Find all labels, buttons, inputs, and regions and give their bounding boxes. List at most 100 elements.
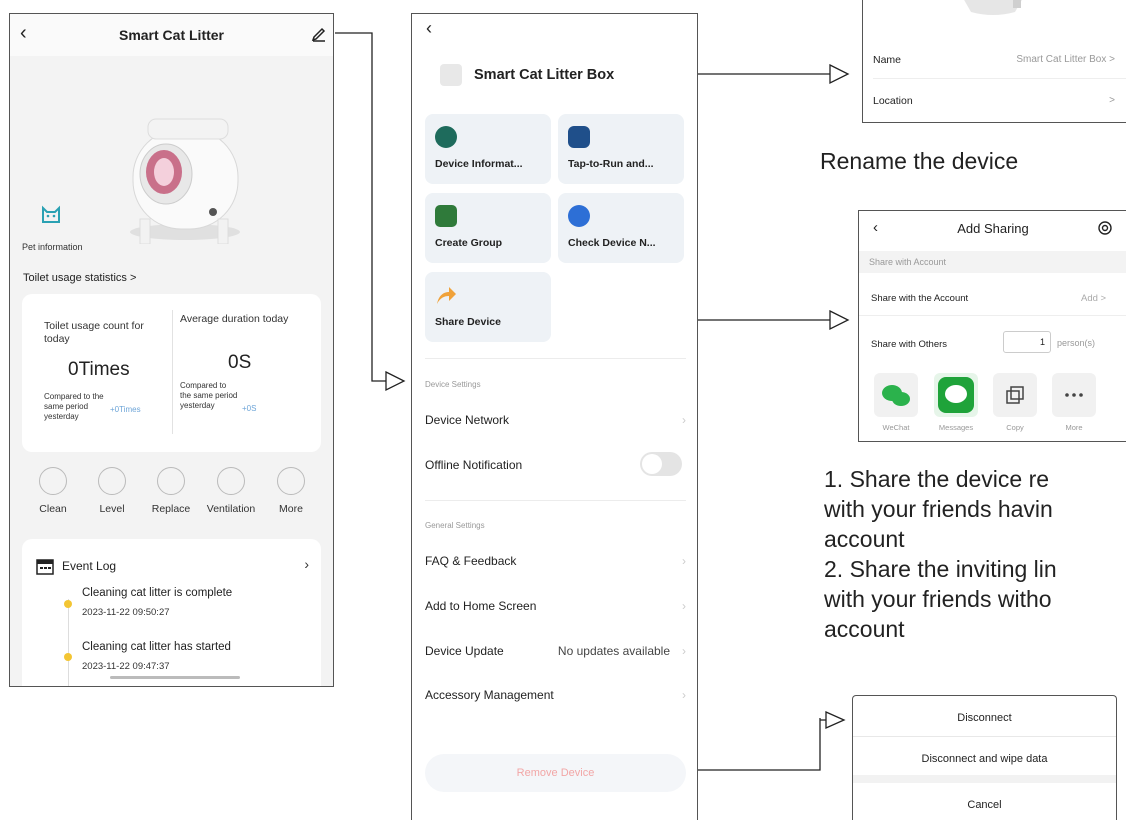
row-label: Device Network bbox=[425, 413, 510, 427]
accessory-management-row[interactable]: Accessory Management › bbox=[425, 688, 686, 708]
name-label: Name bbox=[873, 54, 902, 66]
sheet-gap bbox=[853, 775, 1116, 783]
name-value: Smart Cat Litter Box > bbox=[1016, 54, 1115, 65]
location-label: Location bbox=[873, 95, 913, 107]
replace-button[interactable]: Replace bbox=[138, 467, 204, 515]
disconnect-sheet: Disconnect Disconnect and wipe data Canc… bbox=[852, 695, 1117, 820]
cat-icon[interactable] bbox=[40, 204, 62, 226]
caption-line: 1. Share the device re bbox=[824, 466, 1050, 492]
add-to-home-row[interactable]: Add to Home Screen › bbox=[425, 599, 686, 619]
remove-device-button[interactable]: Remove Device bbox=[425, 754, 686, 792]
row-label: FAQ & Feedback bbox=[425, 554, 517, 568]
ventilation-icon bbox=[217, 467, 245, 495]
chevron-right-icon: › bbox=[682, 688, 686, 702]
level-button[interactable]: Level bbox=[79, 467, 145, 515]
count-value: 0Times bbox=[68, 359, 130, 380]
home-indicator bbox=[110, 676, 240, 679]
count-compare: Compared to the same period yesterday bbox=[44, 392, 104, 421]
row-label: Offline Notification bbox=[425, 458, 523, 472]
name-row[interactable]: Name Smart Cat Litter Box > bbox=[873, 54, 1126, 66]
device-network-row[interactable]: Device Network › bbox=[425, 413, 686, 433]
duration-value: 0S bbox=[228, 352, 252, 373]
count-delta: +0Times bbox=[110, 405, 141, 414]
rename-screen: Name Smart Cat Litter Box > Location > bbox=[862, 0, 1126, 123]
device-information-tile[interactable]: Device Informat... bbox=[425, 114, 551, 184]
edit-icon[interactable] bbox=[311, 24, 327, 42]
tile-label: Check Device N... bbox=[568, 237, 656, 249]
create-group-tile[interactable]: Create Group bbox=[425, 193, 551, 263]
level-icon bbox=[98, 467, 126, 495]
gear-icon[interactable] bbox=[1097, 220, 1113, 236]
timeline-dot bbox=[64, 653, 72, 661]
person-count-input[interactable]: 1 bbox=[1003, 331, 1051, 353]
timeline-line bbox=[68, 599, 69, 686]
row-label: Add to Home Screen bbox=[425, 599, 537, 613]
offline-notification-toggle[interactable] bbox=[640, 452, 682, 476]
toilet-usage-stats-link[interactable]: Toilet usage statistics > bbox=[23, 272, 136, 284]
create-group-icon bbox=[435, 205, 457, 227]
share-with-account-label[interactable]: Share with the Account bbox=[871, 293, 968, 304]
copy-icon[interactable] bbox=[993, 373, 1037, 417]
divider bbox=[859, 315, 1126, 316]
copy-label: Copy bbox=[1006, 423, 1024, 432]
update-status: No updates available bbox=[557, 644, 670, 658]
more-button[interactable]: More bbox=[258, 467, 324, 515]
share-device-tile[interactable]: Share Device bbox=[425, 272, 551, 342]
pet-information-label[interactable]: Pet information bbox=[22, 242, 83, 252]
event-text: Cleaning cat litter is complete bbox=[82, 587, 233, 599]
faq-feedback-row[interactable]: FAQ & Feedback › bbox=[425, 554, 686, 574]
event-log-card[interactable]: Event Log › Cleaning cat litter is compl… bbox=[22, 539, 321, 686]
cancel-button[interactable]: Cancel bbox=[853, 799, 1116, 811]
chevron-right-icon: › bbox=[682, 413, 686, 427]
disconnect-button[interactable]: Disconnect bbox=[853, 712, 1116, 724]
messages-label: Messages bbox=[938, 423, 974, 432]
tap-to-run-tile[interactable]: Tap-to-Run and... bbox=[558, 114, 684, 184]
ventilation-button[interactable]: Ventilation bbox=[198, 467, 264, 515]
share-caption: 1. Share the device re with your friends… bbox=[824, 464, 1057, 644]
automation-icon bbox=[568, 126, 590, 148]
wechat-label: WeChat bbox=[882, 423, 910, 432]
more-label: More bbox=[1065, 423, 1083, 432]
caption-line: account bbox=[824, 526, 905, 552]
divider bbox=[873, 78, 1126, 79]
disconnect-wipe-button[interactable]: Disconnect and wipe data bbox=[853, 753, 1116, 765]
duration-compare: Compared to the same period yesterday bbox=[180, 381, 238, 410]
section-separator bbox=[10, 524, 333, 536]
general-settings-header: General Settings bbox=[425, 521, 485, 530]
duration-delta: +0S bbox=[242, 404, 257, 413]
tile-label: Share Device bbox=[435, 316, 501, 328]
row-label: Device Update bbox=[425, 644, 504, 658]
level-label: Level bbox=[99, 503, 125, 515]
event-text: Cleaning cat litter has started bbox=[82, 641, 231, 653]
replace-icon bbox=[157, 467, 185, 495]
tile-label: Create Group bbox=[435, 237, 503, 249]
divider bbox=[425, 500, 686, 501]
clean-label: Clean bbox=[39, 503, 67, 515]
device-settings-header: Device Settings bbox=[425, 380, 481, 389]
clean-icon bbox=[39, 467, 67, 495]
network-check-icon bbox=[568, 205, 590, 227]
chevron-left-icon[interactable]: ‹ bbox=[426, 18, 432, 39]
stats-divider bbox=[172, 310, 173, 434]
messages-icon[interactable] bbox=[934, 373, 978, 417]
more-icon bbox=[277, 467, 305, 495]
caption-line: account bbox=[824, 616, 905, 642]
share-icon bbox=[437, 287, 456, 304]
chevron-right-icon[interactable]: › bbox=[304, 556, 309, 572]
add-sharing-screen: ‹ Add Sharing Share with Account Share w… bbox=[858, 210, 1126, 442]
device-name[interactable]: Smart Cat Litter Box bbox=[474, 67, 614, 83]
clean-button[interactable]: Clean bbox=[20, 467, 86, 515]
page-title: Smart Cat Litter bbox=[118, 27, 225, 43]
calendar-icon bbox=[36, 559, 54, 575]
location-row[interactable]: Location > bbox=[873, 95, 1126, 107]
check-device-network-tile[interactable]: Check Device N... bbox=[558, 193, 684, 263]
wechat-icon[interactable] bbox=[874, 373, 918, 417]
usage-stats-card: Toilet usage count for today 0Times Comp… bbox=[22, 294, 321, 452]
add-link[interactable]: Add > bbox=[1081, 293, 1106, 304]
duration-label: Average duration today bbox=[180, 313, 289, 325]
more-icon[interactable] bbox=[1052, 373, 1096, 417]
device-update-row[interactable]: Device Update No updates available › bbox=[425, 644, 686, 664]
tile-label: Tap-to-Run and... bbox=[568, 158, 654, 170]
caption-line: with your friends witho bbox=[824, 586, 1052, 612]
replace-label: Replace bbox=[151, 503, 191, 515]
